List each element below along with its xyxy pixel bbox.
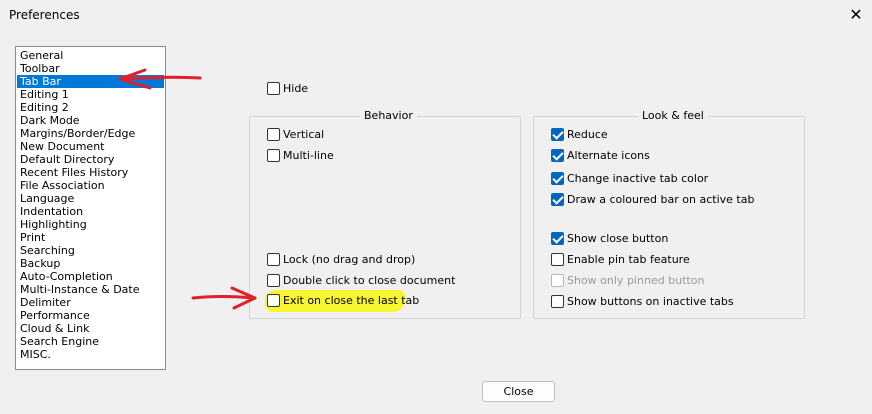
annotation-arrows (118, 68, 257, 310)
arrow-to-exit-checkbox (191, 286, 257, 310)
arrow-to-tab-bar (118, 68, 202, 90)
